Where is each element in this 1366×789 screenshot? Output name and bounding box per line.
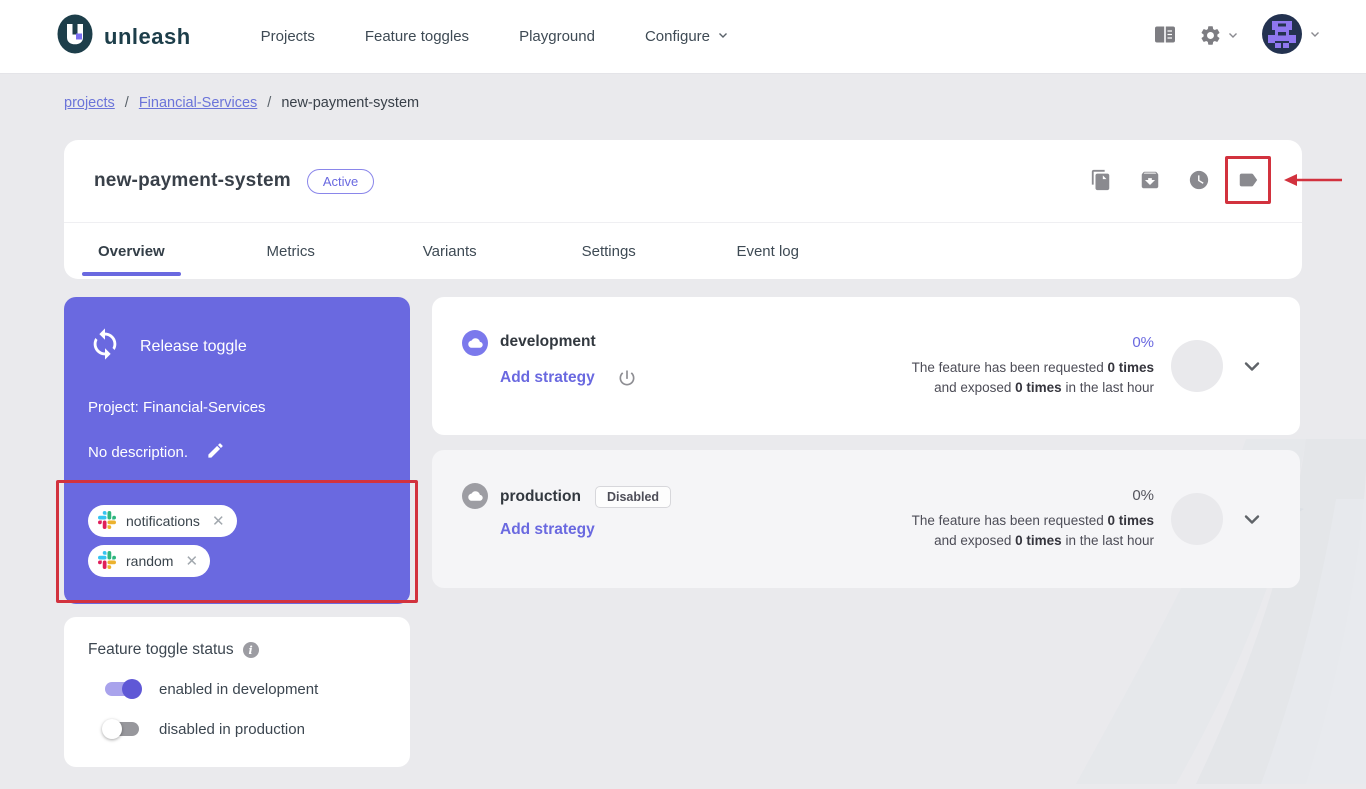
tab-settings[interactable]: Settings [560, 223, 658, 279]
tag-label: random [126, 553, 173, 569]
feature-actions [1089, 169, 1260, 193]
environment-card-production: production Disabled Add strategy 0% The … [432, 450, 1300, 588]
info-icon[interactable]: i [243, 642, 259, 658]
tab-metrics[interactable]: Metrics [242, 223, 340, 279]
edit-description-button[interactable] [206, 441, 225, 463]
add-strategy-button[interactable]: Add strategy [500, 521, 595, 539]
page-title: new-payment-system [94, 170, 291, 192]
brand-name: unleash [104, 24, 191, 50]
breadcrumb-current: new-payment-system [281, 95, 419, 111]
nav-playground[interactable]: Playground [519, 28, 595, 45]
feature-type-row: Release toggle [88, 321, 386, 366]
chevron-down-icon[interactable] [1240, 354, 1264, 378]
tag-chip-notifications[interactable]: notifications ✕ [88, 505, 237, 537]
archive-icon [1139, 169, 1161, 194]
toggle-label: enabled in development [159, 681, 318, 698]
metrics-donut [1171, 493, 1223, 545]
breadcrumb-projects[interactable]: projects [64, 95, 115, 111]
breadcrumb-project[interactable]: Financial-Services [139, 95, 257, 111]
history-button[interactable] [1187, 169, 1211, 193]
user-menu-button[interactable] [1262, 14, 1322, 59]
slack-icon [98, 511, 116, 532]
development-toggle[interactable] [102, 679, 142, 699]
toggle-row-development: enabled in development [88, 679, 386, 699]
environment-metrics-summary: 0% The feature has been requested 0 time… [912, 487, 1154, 551]
tab-variants[interactable]: Variants [401, 223, 499, 279]
exposure-percent: 0% [912, 334, 1154, 351]
copy-icon [1090, 169, 1112, 194]
environment-name: development [500, 333, 596, 351]
feature-tags-list: notifications ✕ random ✕ [88, 505, 386, 577]
add-strategy-button[interactable]: Add strategy [500, 369, 595, 387]
copy-feature-button[interactable] [1089, 169, 1113, 193]
clock-icon [1188, 169, 1210, 194]
feature-title-row: new-payment-system Active [64, 140, 1302, 222]
tag-chip-random[interactable]: random ✕ [88, 545, 210, 577]
tab-event-log[interactable]: Event log [719, 223, 817, 279]
pencil-icon [206, 441, 225, 463]
toggle-label: disabled in production [159, 721, 305, 738]
top-navbar: unleash Projects Feature toggles Playgro… [0, 0, 1366, 74]
feature-project-line: Project: Financial-Services [88, 399, 386, 416]
chevron-down-icon [716, 28, 730, 46]
settings-menu-button[interactable] [1199, 24, 1240, 50]
production-toggle[interactable] [102, 719, 142, 739]
chevron-down-icon[interactable] [1240, 507, 1264, 531]
feature-header-card: new-payment-system Active [64, 140, 1302, 279]
environment-name: production [500, 488, 581, 506]
environment-card-development: development Add strategy 0% The feature … [432, 297, 1300, 435]
nav-projects[interactable]: Projects [261, 28, 315, 45]
tag-feature-button[interactable] [1236, 169, 1260, 193]
breadcrumb: projects / Financial-Services / new-paym… [64, 95, 419, 111]
cloud-icon [462, 330, 488, 356]
docs-button[interactable] [1153, 24, 1177, 49]
nav-feature-toggles[interactable]: Feature toggles [365, 28, 469, 45]
archive-feature-button[interactable] [1138, 169, 1162, 193]
gear-icon [1199, 24, 1222, 50]
feature-toggle-status-card: Feature toggle status i enabled in devel… [64, 617, 410, 767]
breadcrumb-separator: / [125, 95, 129, 111]
avatar [1262, 14, 1302, 59]
power-icon[interactable] [617, 368, 637, 388]
tab-overview[interactable]: Overview [82, 223, 181, 279]
feature-tabs: Overview Metrics Variants Settings Event… [64, 222, 1302, 279]
toggle-row-production: disabled in production [88, 719, 386, 739]
feature-type-label: Release toggle [140, 338, 247, 356]
feature-info-card: Release toggle Project: Financial-Servic… [64, 297, 410, 604]
disabled-badge: Disabled [595, 486, 671, 508]
tag-icon [1237, 169, 1259, 194]
exposure-percent: 0% [912, 487, 1154, 504]
status-badge: Active [307, 169, 374, 194]
feature-description: No description. [88, 444, 188, 461]
status-panel-title: Feature toggle status [88, 641, 234, 659]
breadcrumb-separator: / [267, 95, 271, 111]
unleash-logo[interactable]: unleash [56, 14, 191, 59]
close-icon[interactable]: ✕ [210, 514, 227, 529]
chevron-down-icon [1308, 27, 1322, 46]
tag-label: notifications [126, 513, 200, 529]
book-icon [1153, 24, 1177, 49]
unleash-logo-icon [56, 14, 94, 59]
environment-metrics-summary: 0% The feature has been requested 0 time… [912, 334, 1154, 398]
sync-icon [88, 327, 122, 366]
main-nav: Projects Feature toggles Playground Conf… [261, 28, 730, 46]
nav-configure[interactable]: Configure [645, 28, 730, 46]
slack-icon [98, 551, 116, 572]
cloud-icon [462, 483, 488, 509]
chevron-down-icon [1226, 28, 1240, 45]
close-icon[interactable]: ✕ [183, 554, 200, 569]
metrics-donut [1171, 340, 1223, 392]
